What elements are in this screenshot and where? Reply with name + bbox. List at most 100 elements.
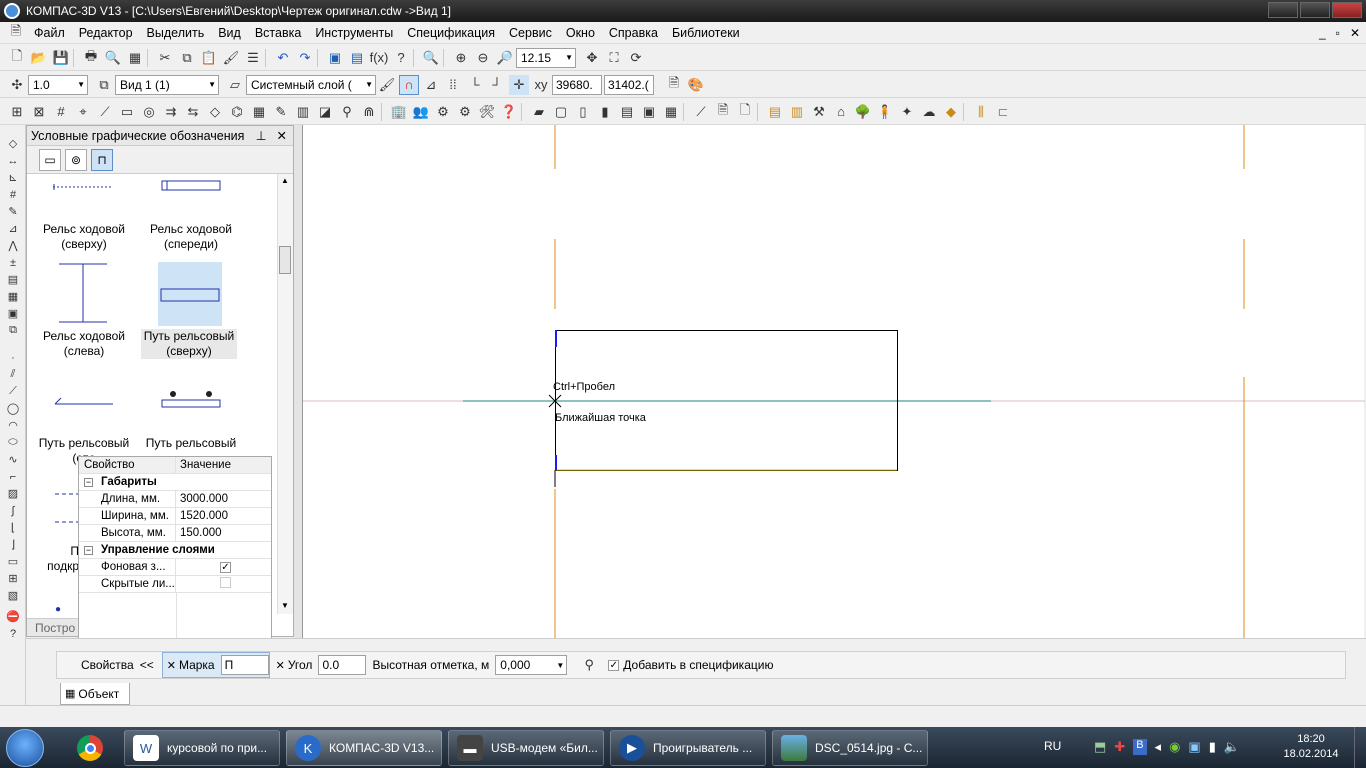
orthogonal-icon[interactable]: ⊿ — [421, 75, 441, 95]
taskbar-item-photo[interactable]: DSC_0514.jpg - С... — [772, 730, 928, 766]
lib-door-icon[interactable]: ▮ — [595, 102, 615, 122]
lib-tools-icon[interactable]: 🛠 — [477, 102, 497, 122]
layer-icon[interactable]: ▱ — [225, 75, 245, 95]
tool-table-icon[interactable]: ▦ — [249, 102, 269, 122]
lib-room-icon[interactable]: ▣ — [639, 102, 659, 122]
clock[interactable]: 18:20 18.02.2014 — [1280, 732, 1342, 762]
variables-icon[interactable]: ▤ — [347, 48, 367, 68]
tool-measure-icon[interactable]: ⚲ — [337, 102, 357, 122]
function-icon[interactable]: f(x) — [369, 48, 389, 68]
collapse-icon[interactable]: − — [84, 477, 93, 487]
lib-column-icon[interactable]: ▯ — [573, 102, 593, 122]
vt-edit-icon[interactable]: ✎ — [2, 203, 24, 220]
zoom-out-icon[interactable]: ⊖ — [473, 48, 493, 68]
tool-fill-icon[interactable]: ◪ — [315, 102, 335, 122]
print-icon[interactable]: 🖶 — [81, 48, 101, 68]
lib-furniture-icon[interactable]: ▤ — [765, 102, 785, 122]
tool-marks-icon[interactable]: ⌖ — [73, 102, 93, 122]
show-all-icon[interactable]: ⛶ — [604, 48, 624, 68]
scroll-down-icon[interactable]: ▼ — [281, 601, 289, 610]
collapse-button[interactable]: << — [140, 658, 162, 672]
panel-close-icon[interactable]: ✕ — [277, 128, 287, 143]
brush-icon[interactable]: 🖌 — [377, 75, 397, 95]
lib-fence-icon[interactable]: ⫼ — [971, 102, 991, 122]
cursor-step-icon[interactable]: ✣ — [7, 75, 27, 95]
tool-dimensions-icon[interactable]: ⊠ — [29, 102, 49, 122]
pick-tool-icon[interactable]: ⚲ — [579, 655, 599, 675]
panel-scrollbar[interactable]: ▲ ▼ — [277, 174, 293, 614]
collapse-icon[interactable]: − — [84, 545, 93, 555]
prop-row[interactable]: Длина, мм. 3000.000 — [79, 491, 271, 508]
vt-layers-icon[interactable]: ⧉ — [2, 322, 24, 339]
taskbar-item-modem[interactable]: ▬ USB-модем «Бил... — [448, 730, 604, 766]
symbol-label[interactable]: Рельс ходовой (сверху) — [34, 222, 134, 252]
menu-select[interactable]: Выделить — [140, 26, 212, 40]
vt-polyline-icon[interactable]: ⌐ — [2, 468, 24, 485]
checkbox-background[interactable]: ✓ — [220, 562, 231, 573]
copy-icon[interactable]: ⧉ — [177, 48, 197, 68]
vt-hatch-icon[interactable]: ▨ — [2, 485, 24, 502]
tab-crane-icon[interactable]: ⊓ — [91, 148, 113, 171]
library-manager-icon[interactable]: ▣ — [325, 48, 345, 68]
menu-tools[interactable]: Инструменты — [308, 26, 400, 40]
menu-view[interactable]: Вид — [211, 26, 248, 40]
vt-view-icon[interactable]: ▣ — [2, 305, 24, 322]
vt-auxline-icon[interactable]: ⫽ — [2, 366, 24, 383]
show-desktop-button[interactable] — [1354, 727, 1366, 768]
document-icon[interactable]: 🗎 — [6, 23, 26, 43]
menu-window[interactable]: Окно — [559, 26, 602, 40]
lib-cart-icon[interactable]: ⚒ — [809, 102, 829, 122]
zoom-scale-icon[interactable]: 🔎 — [495, 48, 515, 68]
view-combo[interactable]: Вид 1 (1) ▼ — [115, 74, 219, 95]
new-file-icon[interactable]: 🗋 — [7, 48, 27, 68]
lib-page-icon[interactable]: 🗎 — [713, 102, 733, 122]
help-cursor-icon[interactable]: ? — [391, 48, 411, 68]
tray-network-icon[interactable]: ⬒ — [1094, 739, 1106, 755]
tool-text-icon[interactable]: ▭ — [117, 102, 137, 122]
paste-icon[interactable]: 📋 — [199, 48, 219, 68]
tray-vk-icon[interactable]: B — [1133, 739, 1147, 755]
lib-gear-icon[interactable]: ⚙ — [455, 102, 475, 122]
lib-house-icon[interactable]: ⌂ — [831, 102, 851, 122]
lock-x-icon[interactable]: ✕ — [167, 659, 176, 672]
help-icon[interactable]: ? — [2, 625, 24, 642]
prop-row[interactable]: Ширина, мм. 1520.000 — [79, 508, 271, 525]
add-spec-checkbox[interactable]: ✓ — [608, 659, 620, 671]
tool-leader-icon[interactable]: ⟋ — [95, 102, 115, 122]
scroll-up-icon[interactable]: ▲ — [281, 176, 289, 185]
menu-editor[interactable]: Редактор — [72, 26, 140, 40]
menu-service[interactable]: Сервис — [502, 26, 559, 40]
symbol-label[interactable]: Рельс ходовой (спереди) — [141, 222, 241, 252]
prop-row[interactable]: Высота, мм. 150.000 — [79, 525, 271, 542]
height-combo[interactable]: 0,000 ▼ — [495, 655, 568, 675]
tray-nvidia-icon[interactable]: ◉ — [1169, 739, 1180, 755]
doc-props-icon[interactable]: 🗎 — [664, 75, 684, 95]
vt-ellipse-icon[interactable]: ⬭ — [2, 434, 24, 451]
lib-tree-icon[interactable]: 🌳 — [853, 102, 873, 122]
scroll-thumb[interactable] — [279, 246, 291, 274]
taskbar-item-player[interactable]: ▶ Проигрыватель ... — [610, 730, 766, 766]
vt-select-icon[interactable]: ± — [2, 254, 24, 271]
pan-icon[interactable]: ✥ — [582, 48, 602, 68]
checkbox-hidden[interactable] — [220, 577, 231, 588]
drawing-canvas[interactable]: Ctrl+Пробел Ближайшая точка — [302, 125, 1365, 638]
tray-display-icon[interactable]: ▣ — [1188, 739, 1200, 755]
vt-circle-icon[interactable]: ◯ — [2, 400, 24, 417]
vt-spec-icon[interactable]: ▤ — [2, 271, 24, 288]
lib-box-icon[interactable]: ◆ — [941, 102, 961, 122]
lib-cabinet-icon[interactable]: ▥ — [787, 102, 807, 122]
lib-doc-icon[interactable]: 🗋 — [735, 102, 755, 122]
tool-arrow-icon[interactable]: ⇆ — [183, 102, 203, 122]
layer-combo[interactable]: Системный слой (▼ — [246, 74, 376, 95]
cut-icon[interactable]: ✂ — [155, 48, 175, 68]
menu-insert[interactable]: Вставка — [248, 26, 308, 40]
person-icon[interactable]: ● — [55, 604, 61, 615]
vt-curve-icon[interactable]: ∫ — [2, 502, 24, 519]
refresh-icon[interactable]: ⟳ — [626, 48, 646, 68]
color-icon[interactable]: 🎨 — [686, 75, 706, 95]
lib-machine-icon[interactable]: ⚙ — [433, 102, 453, 122]
step-combo[interactable]: 1.0 ▼ — [28, 74, 88, 95]
prop-row[interactable]: Фоновая з... ✓ — [79, 559, 271, 576]
zoom-window-icon[interactable]: 🔍 — [421, 48, 441, 68]
snap-point-icon[interactable]: ✛ — [509, 74, 529, 95]
